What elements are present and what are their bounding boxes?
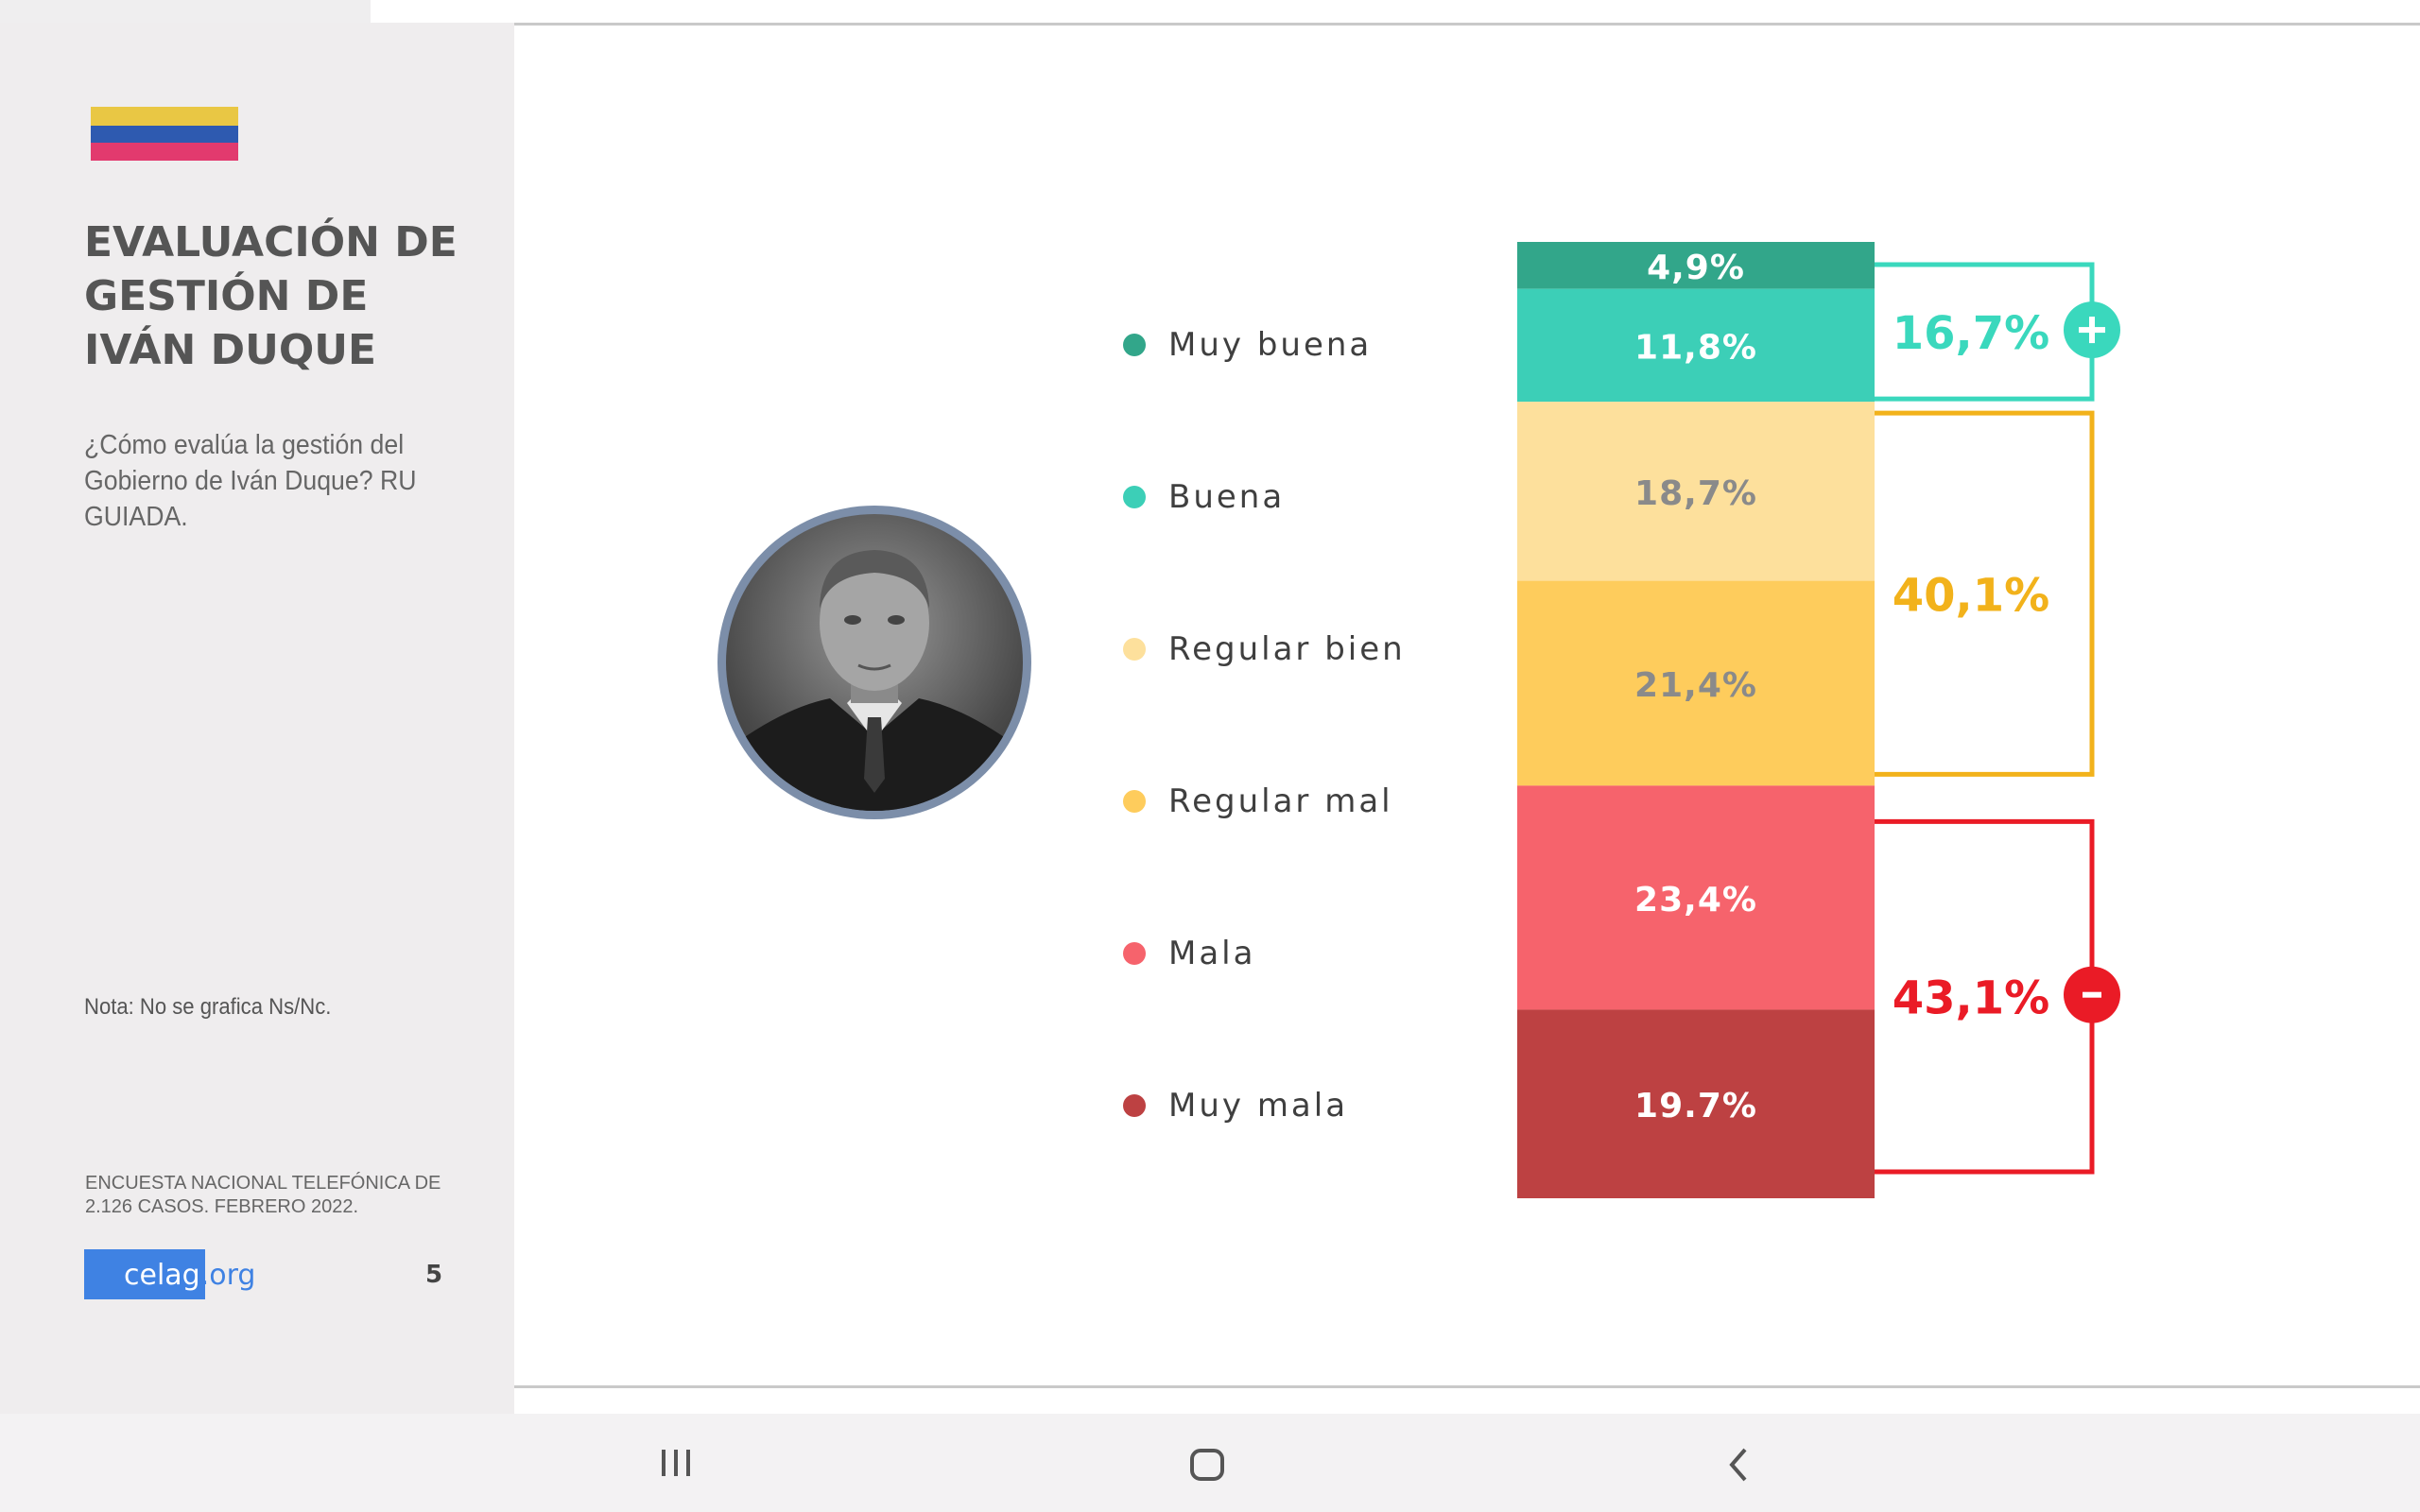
group-total-label-2: 43,1% [1893, 972, 2050, 1025]
stacked-bar-chart: 4,9% 11,8% 18,7% 21,4% 23,4% 19.7% 16,7% 40,1% 4… [1517, 242, 2120, 1198]
home-icon[interactable] [1189, 1448, 1225, 1482]
bar-value-label-5: 19.7% [1634, 1087, 1757, 1125]
group-total-label-1: 40,1% [1893, 569, 2050, 622]
recent-apps-icon[interactable] [658, 1448, 696, 1480]
system-nav-bar [0, 1414, 2420, 1512]
bar-value-label-4: 23,4% [1634, 881, 1757, 919]
bar-value-label-0: 4,9% [1647, 249, 1745, 287]
bar-value-label-2: 18,7% [1634, 474, 1757, 513]
bar-value-label-3: 21,4% [1634, 666, 1757, 705]
group-total-label-0: 16,7% [1893, 307, 2050, 360]
back-icon[interactable] [1724, 1446, 1753, 1484]
bar-value-label-1: 11,8% [1634, 328, 1757, 367]
